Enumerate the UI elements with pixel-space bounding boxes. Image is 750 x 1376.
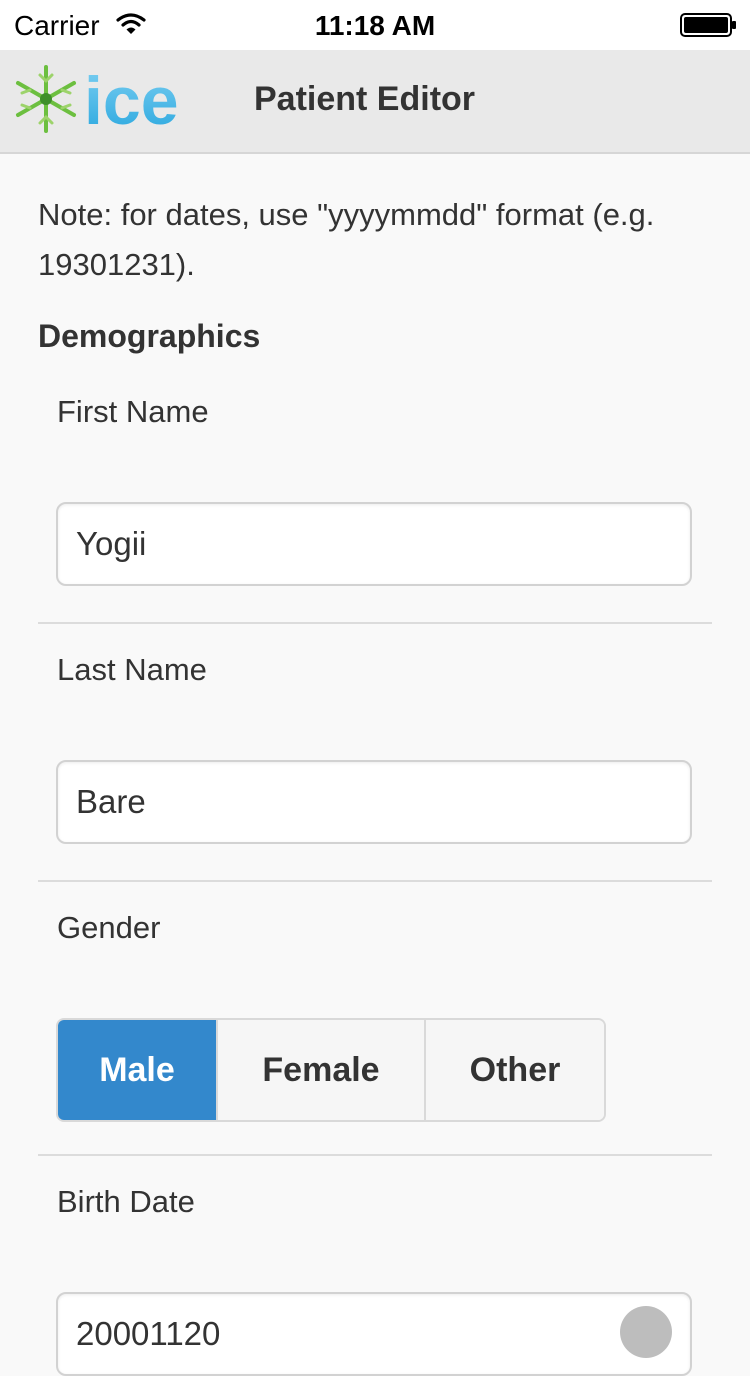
patient-form: Note: for dates, use "yyyymmdd" format (… [38, 190, 712, 1376]
gender-option-male[interactable]: Male [58, 1020, 218, 1120]
section-title-demographics: Demographics [38, 318, 261, 354]
ice-logo: ice [16, 63, 179, 136]
calendar-icon[interactable] [620, 1306, 672, 1358]
page-title: Patient Editor [254, 80, 476, 118]
svg-text:ice: ice [84, 63, 179, 136]
gender-label: Gender [57, 910, 161, 945]
first-name-label: First Name [57, 394, 209, 429]
gender-option-female[interactable]: Female [218, 1020, 426, 1120]
birth-date-label: Birth Date [57, 1184, 195, 1219]
battery-icon [680, 13, 736, 37]
divider [38, 1154, 712, 1156]
gender-segmented-control: Male Female Other [56, 1018, 606, 1122]
status-bar: Carrier 11:18 AM [0, 0, 750, 51]
divider [38, 880, 712, 882]
app-header: ice Patient Editor [0, 50, 750, 154]
date-format-note: Note: for dates, use "yyyymmdd" format (… [38, 197, 655, 282]
clock: 11:18 AM [314, 10, 436, 41]
last-name-label: Last Name [57, 652, 207, 687]
first-name-input[interactable] [56, 502, 692, 586]
last-name-input[interactable] [56, 760, 692, 844]
gender-option-other[interactable]: Other [426, 1020, 604, 1120]
divider [38, 622, 712, 624]
birth-date-input[interactable] [56, 1292, 692, 1376]
